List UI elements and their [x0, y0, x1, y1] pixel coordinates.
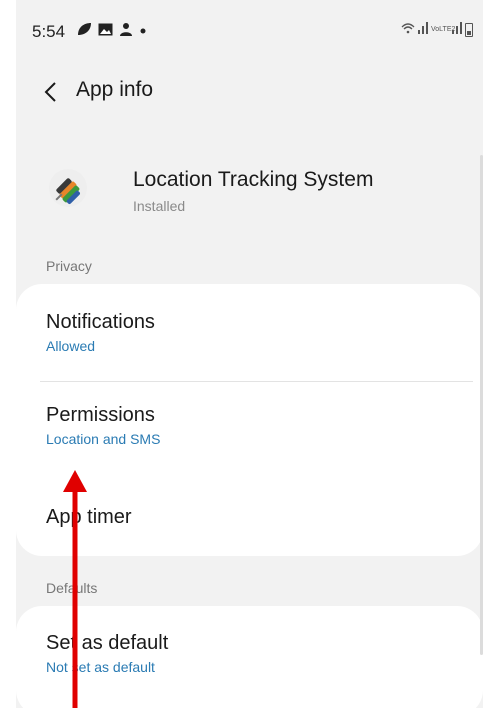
dot-icon	[139, 23, 147, 38]
permissions-item[interactable]: Permissions Location and SMS	[46, 404, 160, 447]
person-icon	[119, 22, 133, 39]
divider	[40, 381, 473, 382]
chevron-left-icon[interactable]	[40, 80, 64, 104]
app-summary: Location Tracking System Installed	[16, 160, 483, 220]
volte-icon: VoLTE2	[431, 26, 456, 33]
notifications-title: Notifications	[46, 311, 155, 333]
app-install-status: Installed	[133, 198, 186, 214]
image-icon	[98, 23, 113, 39]
app-info-screen: 5:54 VoLTE2 App info Location Tracking S…	[16, 0, 483, 708]
notifications-status: Allowed	[46, 338, 96, 354]
status-time: 5:54	[32, 22, 66, 41]
permissions-status: Location and SMS	[46, 431, 161, 447]
annotation-arrow-icon	[63, 470, 87, 708]
scrollbar[interactable]	[480, 155, 483, 655]
notifications-item[interactable]: Notifications Allowed	[46, 311, 155, 354]
permissions-title: Permissions	[46, 404, 155, 426]
wifi-icon	[401, 22, 415, 37]
app-logo-icon	[46, 166, 90, 210]
leaf-icon	[76, 22, 92, 39]
status-icons-right: VoLTE2	[401, 22, 473, 37]
battery-icon	[465, 22, 473, 37]
section-label-privacy: Privacy	[46, 258, 92, 274]
app-bar: App info	[16, 66, 483, 116]
signal-icon	[418, 22, 428, 37]
page-title: App info	[76, 78, 154, 101]
app-name: Location Tracking System	[133, 168, 374, 191]
status-icons-left	[76, 22, 147, 39]
status-bar: 5:54 VoLTE2	[16, 0, 483, 60]
signal-icon	[452, 22, 462, 37]
